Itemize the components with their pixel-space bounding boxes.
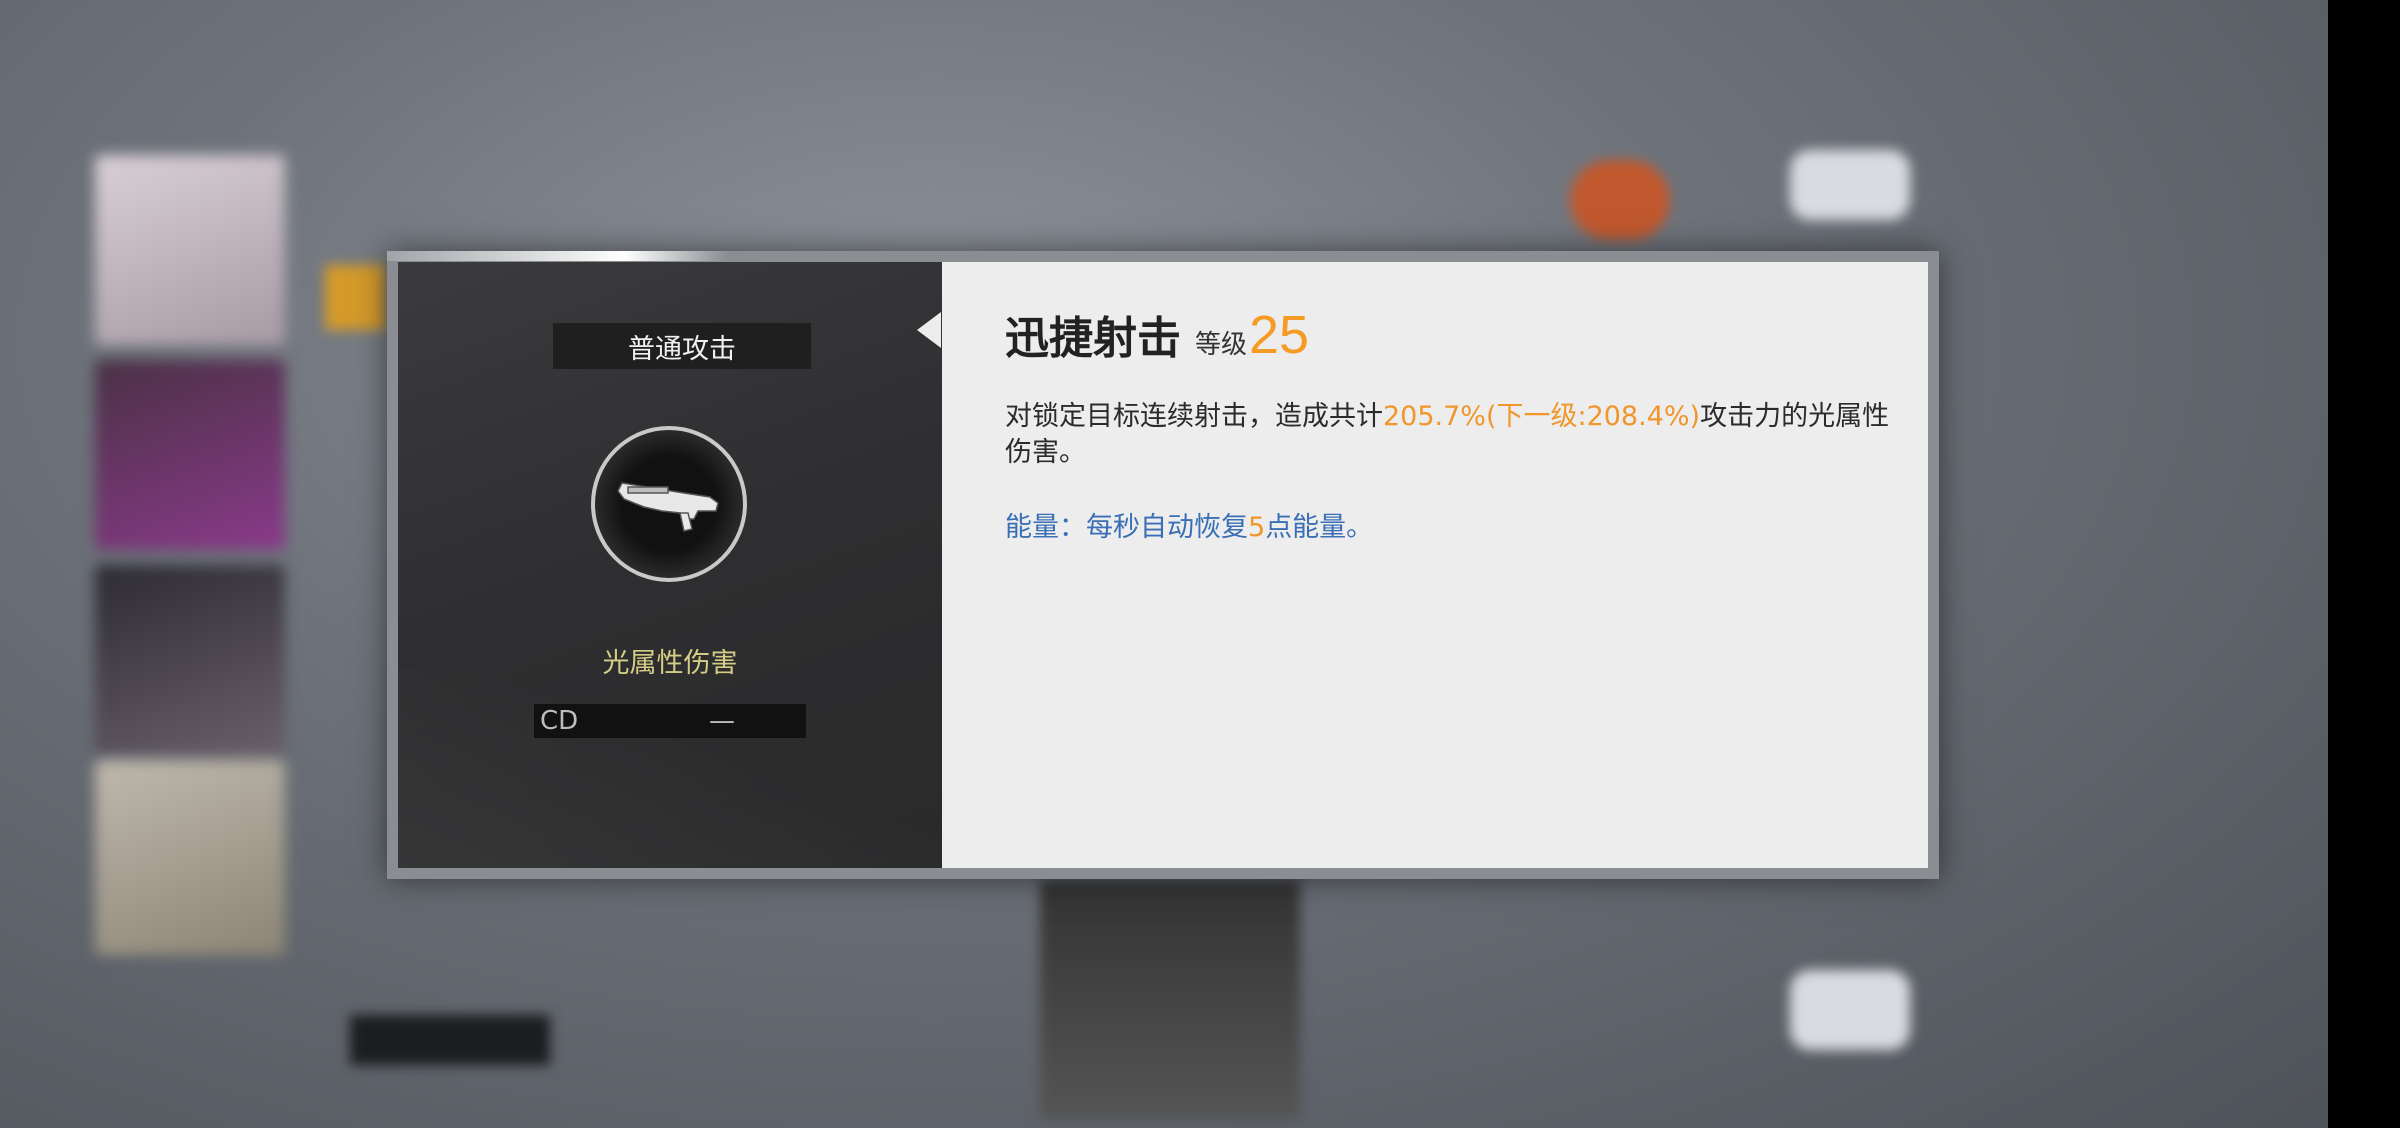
energy-description: 能量：每秒自动恢复5点能量。 — [1005, 505, 1373, 544]
left-highlight — [325, 265, 385, 330]
character-figure — [1040, 880, 1300, 1120]
level-label: 等级 — [1195, 330, 1248, 360]
energy-prefix: 能量：每秒自动恢复 — [1005, 512, 1248, 543]
rifle-icon-glyph — [617, 482, 719, 532]
damage-multiplier: 205.7%(下一级:208.4%) — [1383, 401, 1701, 432]
modal-glow — [387, 251, 727, 261]
cd-label: CD — [540, 706, 579, 736]
skill-name: 迅捷射击 — [1005, 313, 1181, 364]
energy-value: 5 — [1248, 512, 1266, 543]
skill-info-modal: 普通攻击 光属性伤害 CD — 迅捷射击 等级 25 对锁定目标连续射击，造成共… — [387, 251, 1939, 879]
weapon-slot-2 — [1790, 970, 1910, 1050]
skill-summary-panel: 普通攻击 光属性伤害 CD — — [398, 262, 942, 868]
skill-description: 对锁定目标连续射击，造成共计205.7%(下一级:208.4%)攻击力的光属性伤… — [1005, 399, 1895, 471]
character-portrait-1 — [95, 155, 285, 345]
character-portrait-4 — [95, 760, 285, 955]
panel-pointer — [917, 312, 941, 348]
desc-prefix: 对锁定目标连续射击，造成共计 — [1005, 401, 1383, 432]
rifle-icon — [591, 426, 747, 582]
skill-type-label: 普通攻击 — [553, 323, 811, 369]
emblem — [1570, 160, 1670, 240]
character-portrait-2 — [95, 360, 285, 550]
skill-title-row: 迅捷射击 等级 25 — [1005, 302, 1309, 366]
weapon-slot-1 — [1790, 150, 1910, 220]
energy-suffix: 点能量。 — [1265, 512, 1374, 543]
level-value: 25 — [1249, 305, 1310, 365]
panel-decoration — [398, 668, 942, 868]
skill-detail-panel: 迅捷射击 等级 25 对锁定目标连续射击，造成共计205.7%(下一级:208.… — [942, 262, 1928, 868]
screen-edge — [2328, 0, 2400, 1128]
cd-value: — — [709, 706, 735, 736]
character-portrait-3 — [95, 565, 285, 755]
element-type-label: 光属性伤害 — [602, 648, 738, 679]
bottom-button — [350, 1015, 550, 1065]
cooldown-bar: CD — — [534, 704, 806, 738]
